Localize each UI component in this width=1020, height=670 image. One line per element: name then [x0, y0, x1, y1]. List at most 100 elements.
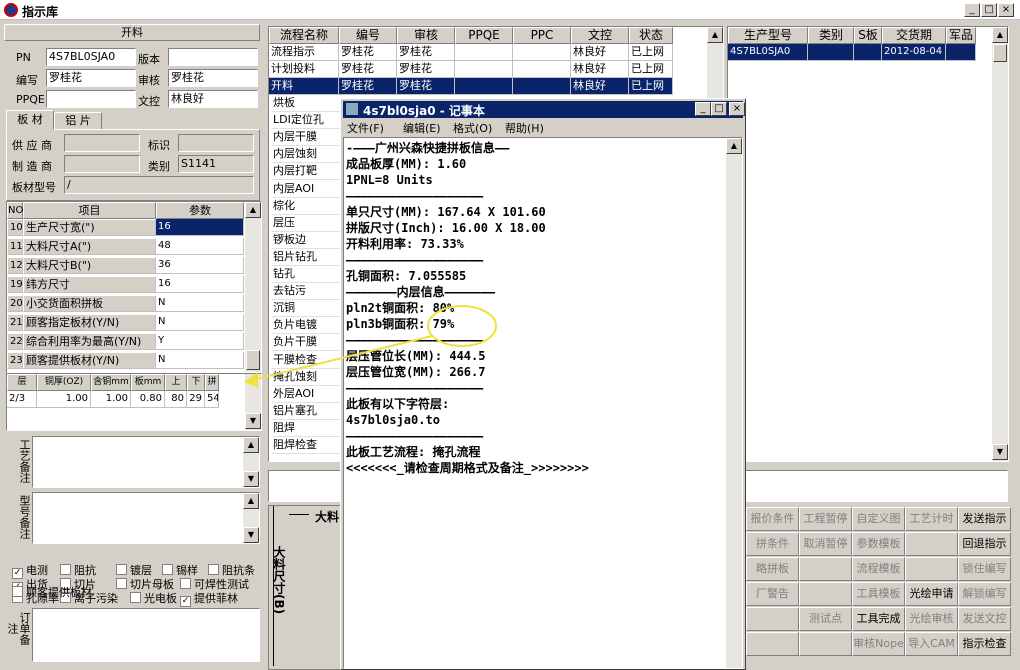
- flow-cell[interactable]: 已上网: [629, 61, 673, 78]
- flow-cell[interactable]: 计划投料: [269, 61, 339, 78]
- action-button[interactable]: 工程暂停: [799, 507, 852, 531]
- notepad-close-button[interactable]: ×: [729, 102, 745, 116]
- action-button[interactable]: 工艺计时: [905, 507, 958, 531]
- category-field[interactable]: S1141: [178, 155, 254, 173]
- flow-cell[interactable]: 已上网: [629, 78, 673, 95]
- checkbox-box[interactable]: [162, 564, 173, 575]
- close-button[interactable]: ×: [998, 3, 1014, 17]
- action-button[interactable]: [746, 607, 799, 631]
- scroll-thumb[interactable]: [246, 350, 260, 370]
- minimize-button[interactable]: _: [964, 3, 980, 17]
- flow-name-item[interactable]: 负片干膜: [271, 334, 341, 352]
- checkbox-box[interactable]: [12, 586, 23, 597]
- model-cell[interactable]: [854, 44, 882, 61]
- menu-file[interactable]: 文件(F): [347, 120, 384, 136]
- checkbox-box[interactable]: [180, 578, 191, 589]
- action-button[interactable]: [799, 557, 852, 581]
- checkbox-0[interactable]: ✓ 电测: [12, 564, 48, 579]
- param-row-value[interactable]: 48: [156, 238, 244, 255]
- param-row-value[interactable]: Y: [156, 333, 244, 350]
- flow-name-item[interactable]: 阻焊检查: [271, 437, 341, 454]
- action-button[interactable]: 回退指示: [958, 532, 1011, 556]
- boardtype-field[interactable]: /: [64, 176, 254, 194]
- param-row-value[interactable]: N: [156, 314, 244, 331]
- review-field[interactable]: 罗桂花: [168, 69, 258, 87]
- author-field[interactable]: 罗桂花: [46, 69, 136, 87]
- tab-aluminum[interactable]: 铝 片: [54, 112, 102, 130]
- action-button[interactable]: 取消暂停: [799, 532, 852, 556]
- flow-cell[interactable]: 罗桂花: [397, 44, 455, 61]
- checkbox-box[interactable]: [208, 564, 219, 575]
- flow-cell[interactable]: [513, 78, 571, 95]
- flow-cell[interactable]: 流程指示: [269, 44, 339, 61]
- notepad-scrollbar[interactable]: ▲: [726, 138, 742, 668]
- flow-name-item[interactable]: 铝片钻孔: [271, 248, 341, 266]
- action-button[interactable]: 工具完成: [852, 607, 905, 631]
- layer-cell[interactable]: 54.: [205, 391, 219, 408]
- flow-name-item[interactable]: 层压: [271, 214, 341, 232]
- flow-cell[interactable]: [513, 44, 571, 61]
- notepad-maximize-button[interactable]: □: [711, 102, 727, 116]
- flow-cell[interactable]: [455, 61, 513, 78]
- action-button[interactable]: 拼条件: [746, 532, 799, 556]
- flow-cell[interactable]: 开料: [269, 78, 339, 95]
- flow-name-item[interactable]: 铝片塞孔: [271, 402, 341, 420]
- notepad-editor[interactable]: -———广州兴森快捷拼板信息—— 成品板厚(MM): 1.60 1PNL=8 Uni…: [343, 137, 743, 669]
- checkbox-box[interactable]: [130, 592, 141, 603]
- flow-cell[interactable]: 林良好: [571, 78, 629, 95]
- action-button[interactable]: 锁住编写: [958, 557, 1011, 581]
- ppqe-field[interactable]: [46, 90, 136, 108]
- action-button[interactable]: 发送文控: [958, 607, 1011, 631]
- model-cell[interactable]: [808, 44, 854, 61]
- menu-edit[interactable]: 编辑(E): [403, 120, 441, 136]
- checkbox-1[interactable]: 阻抗: [60, 564, 96, 578]
- checkbox-2[interactable]: 镀层: [116, 564, 152, 578]
- layer-scrollbar[interactable]: ▼: [245, 374, 261, 430]
- flow-name-item[interactable]: 烘板: [271, 95, 341, 112]
- action-button[interactable]: 厂警告: [746, 582, 799, 606]
- order-remark-field[interactable]: [32, 608, 260, 662]
- flow-name-item[interactable]: 钻孔: [271, 266, 341, 283]
- checkbox-11[interactable]: 光电板: [130, 592, 177, 606]
- flow-cell[interactable]: 林良好: [571, 44, 629, 61]
- scroll-up-icon[interactable]: ▲: [245, 202, 261, 218]
- mark-field[interactable]: [178, 134, 254, 152]
- flow-name-item[interactable]: 锣板边: [271, 231, 341, 249]
- flow-cell[interactable]: 罗桂花: [339, 78, 397, 95]
- scroll-up-icon[interactable]: ▲: [707, 27, 723, 43]
- tab-board[interactable]: 板 材: [6, 110, 54, 130]
- action-button[interactable]: [905, 557, 958, 581]
- scroll-up-icon[interactable]: ▲: [992, 27, 1008, 43]
- scroll-down-icon[interactable]: ▼: [245, 413, 261, 429]
- action-button[interactable]: 报价条件: [746, 507, 799, 531]
- flow-cell[interactable]: [455, 44, 513, 61]
- checkbox-box[interactable]: ✓: [180, 596, 191, 607]
- flow-cell[interactable]: 已上网: [629, 44, 673, 61]
- action-button[interactable]: 导入CAM: [905, 632, 958, 656]
- checkbox-box[interactable]: [60, 564, 71, 575]
- action-button[interactable]: 测试点: [799, 607, 852, 631]
- flow-name-item[interactable]: 去钻污: [271, 283, 341, 301]
- action-button[interactable]: 发送指示: [958, 507, 1011, 531]
- checkbox-13[interactable]: 顾客提供板材: [12, 586, 92, 600]
- model-cell[interactable]: 2012-08-04: [882, 44, 946, 61]
- param-row-value[interactable]: N: [156, 352, 244, 369]
- doccontrol-field[interactable]: 林良好: [168, 90, 258, 108]
- action-button[interactable]: 审核Nope: [852, 632, 905, 656]
- flow-name-item[interactable]: 负片电镀: [271, 317, 341, 335]
- layer-cell[interactable]: 1.00: [37, 391, 91, 408]
- model-cell[interactable]: [946, 44, 976, 61]
- flow-name-item[interactable]: 沉铜: [271, 300, 341, 318]
- pn-field[interactable]: 4S7BL0SJA0: [46, 48, 136, 66]
- model-remark-field[interactable]: ▲ ▼: [32, 492, 260, 544]
- action-button[interactable]: [799, 582, 852, 606]
- scroll-up-icon[interactable]: ▲: [726, 138, 742, 154]
- scroll-down-icon[interactable]: ▼: [992, 444, 1008, 460]
- flow-name-item[interactable]: 干膜检查: [271, 351, 341, 369]
- action-button[interactable]: 光绘审核: [905, 607, 958, 631]
- flow-name-item[interactable]: 棕化: [271, 197, 341, 215]
- version-field[interactable]: [168, 48, 258, 66]
- layer-cell[interactable]: 2/3: [7, 391, 37, 408]
- layer-cell[interactable]: 0.80: [131, 391, 165, 408]
- checkbox-12[interactable]: ✓ 提供菲林: [180, 592, 238, 607]
